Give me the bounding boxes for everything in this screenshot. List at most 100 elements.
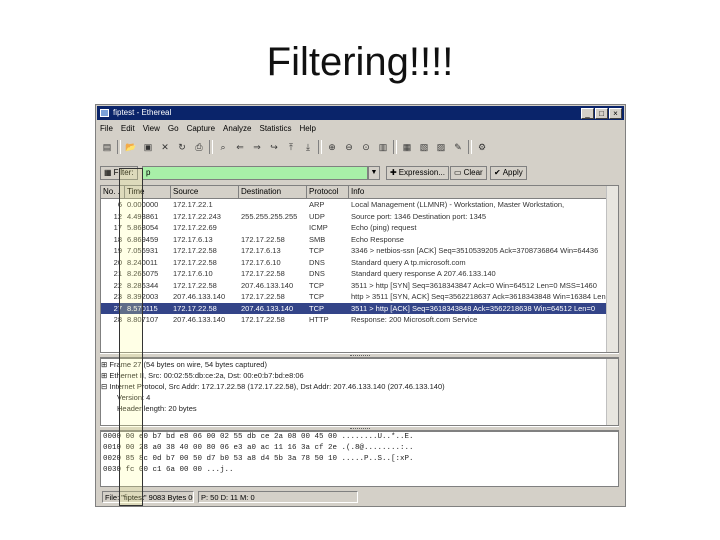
go-back-icon[interactable]: ⇐ [233,140,247,154]
open-icon[interactable]: 📂 [124,140,138,154]
menu-view[interactable]: View [143,123,160,135]
table-row[interactable]: 12 4.493861 172.17.22.243 255.255.255.255 UD… [101,211,618,223]
window-title: fiptest - Ethereal [113,108,172,117]
packet-bytes-pane[interactable]: 0000 00 e0 b7 bd e8 06 00 02 55 db ce 2a… [100,431,619,487]
cell-source: 207.46.133.140 [173,292,226,301]
table-row[interactable]: 21 8.265075 172.17.6.10 172.17.22.58 DNS Stan… [101,268,618,280]
cell-destination: 172.17.22.58 [241,269,285,278]
coloring-rules-icon[interactable]: ▨ [434,140,448,154]
table-row[interactable]: 23 8.392003 207.46.133.140 172.17.22.58 TCP h… [101,291,618,303]
menu-help[interactable]: Help [300,123,316,135]
cell-source: 172.17.22.58 [173,246,217,255]
menu-bar: File Edit View Go Capture Analyze Statis… [100,123,316,135]
column-header-protocol[interactable]: Protocol [307,186,349,198]
packet-rows: 6 0.000000 172.17.22.1 ARP Local Management … [101,199,618,326]
cell-protocol: TCP [309,280,324,290]
save-icon[interactable]: ▣ [141,140,155,154]
ethereal-app-icon [100,109,109,117]
table-row[interactable]: 28 8.807107 207.46.133.140 172.17.22.58 HTTP… [101,314,618,326]
preferences-icon[interactable]: ✎ [451,140,465,154]
packet-list-header: No. . Time Source Destination Protocol I… [101,186,618,199]
capture-filter-icon[interactable]: ▦ [400,140,414,154]
filter-dropdown-icon[interactable]: ▼ [368,166,380,180]
cell-source: 172.17.22.1 [173,200,213,209]
table-row[interactable]: 17 5.868054 172.17.22.69 ICMP Echo (ping) re… [101,222,618,234]
cell-destination: 172.17.22.58 [241,315,285,324]
cell-protocol: ARP [309,200,325,209]
zoom-in-icon[interactable]: ⊕ [325,140,339,154]
packet-details-pane[interactable]: ⊞ Frame 27 (54 bytes on wire, 54 bytes c… [100,358,619,426]
column-header-source[interactable]: Source [171,186,239,198]
print-icon[interactable]: ⎙ [192,140,206,154]
cell-source: 172.17.22.58 [173,280,217,290]
cell-info: Standard query response A 207.46.133.140 [351,269,496,278]
cell-destination: 172.17.6.10 [241,257,281,267]
cell-protocol: ICMP [309,223,328,232]
cell-protocol: HTTP [309,315,329,324]
tree-item-version[interactable]: Version: 4 [101,392,618,403]
cell-source: 172.17.22.243 [173,211,221,221]
find-packet-icon[interactable]: ⌕ [216,140,230,154]
table-row[interactable]: 22 8.286344 172.17.22.58 207.46.133.140 TCP 3… [101,280,618,292]
go-last-icon[interactable]: ⤓ [301,140,315,154]
menu-capture[interactable]: Capture [187,123,215,135]
ethereal-window: fiptest - Ethereal _ □ × File Edit View … [95,104,626,507]
tree-item-frame[interactable]: ⊞ Frame 27 (54 bytes on wire, 54 bytes c… [101,359,618,370]
packet-details-scrollbar[interactable] [606,359,618,425]
column-header-info[interactable]: Info [349,186,618,198]
cell-info: 3511 > http [ACK] Seq=3618343848 Ack=356… [351,303,596,313]
table-row[interactable]: 27 8.570115 172.17.22.58 207.46.133.140 TCP 3… [101,302,618,314]
close-file-icon[interactable]: ✕ [158,140,172,154]
filter-input[interactable]: p [142,166,368,180]
packet-list-pane[interactable]: No. . Time Source Destination Protocol I… [100,185,619,353]
menu-statistics[interactable]: Statistics [260,123,292,135]
cell-destination: 255.255.255.255 [241,211,298,221]
menu-file[interactable]: File [100,123,113,135]
reload-icon[interactable]: ↻ [175,140,189,154]
cell-protocol: SMB [309,234,326,244]
zoom-out-icon[interactable]: ⊖ [342,140,356,154]
help-icon[interactable]: ⚙ [475,140,489,154]
cell-destination: 172.17.6.13 [241,246,281,255]
bytes-row: 0030 fc 00 c1 6a 00 00 ...j.. [103,466,234,474]
cell-info: 3346 > netbios-ssn [ACK] Seq=3510539205 … [351,246,599,255]
expression-button[interactable]: ✚ Expression... [386,166,449,180]
table-row[interactable]: 19 7.056931 172.17.22.58 172.17.6.13 TCP 3346… [101,245,618,257]
clear-label: Clear [463,168,483,177]
tree-item-header-length[interactable]: Header length: 20 bytes [101,403,618,414]
go-to-packet-icon[interactable]: ↪ [267,140,281,154]
cell-protocol: UDP [309,211,325,221]
cell-protocol: DNS [309,269,325,278]
cell-source: 172.17.6.13 [173,234,213,244]
go-forward-icon[interactable]: ⇒ [250,140,264,154]
status-bar: File: "fiptest" 9083 Bytes 00:00:09 P: 5… [100,491,619,503]
zoom-normal-icon[interactable]: ⊙ [359,140,373,154]
resize-columns-icon[interactable]: ▥ [376,140,390,154]
cell-protocol: TCP [309,292,324,301]
column-header-destination[interactable]: Destination [239,186,307,198]
interfaces-icon[interactable]: ▤ [100,140,114,154]
cell-destination: 172.17.22.58 [241,292,285,301]
table-row[interactable]: 20 8.240011 172.17.22.58 172.17.6.10 DNS Stan… [101,257,618,269]
go-first-icon[interactable]: ⤒ [284,140,298,154]
apply-button[interactable]: ✔ Apply [490,166,527,180]
clear-button[interactable]: ▭ Clear [450,166,487,180]
close-button[interactable]: × [609,108,622,119]
packet-list-scrollbar[interactable] [606,186,618,352]
cell-info: Echo Response [351,234,404,244]
minimize-button[interactable]: _ [581,108,594,119]
tree-item-ip[interactable]: ⊟ Internet Protocol, Src Addr: 172.17.22… [101,381,618,392]
table-row[interactable]: 18 6.869459 172.17.6.13 172.17.22.58 SMB Echo… [101,234,618,246]
menu-analyze[interactable]: Analyze [223,123,251,135]
status-file-info: File: "fiptest" 9083 Bytes 00:00:09 [102,491,194,503]
cell-destination: 207.46.133.140 [241,303,294,313]
cell-info: http > 3511 [SYN, ACK] Seq=3562218637 Ac… [351,292,606,301]
tree-item-ethernet[interactable]: ⊞ Ethernet II, Src: 00:02:55:db:ce:2a, D… [101,370,618,381]
maximize-button[interactable]: □ [595,108,608,119]
display-filter-icon[interactable]: ▧ [417,140,431,154]
menu-edit[interactable]: Edit [121,123,135,135]
cell-info: Source port: 1346 Destination port: 1345 [351,211,487,221]
window-titlebar[interactable]: fiptest - Ethereal _ □ × [97,106,624,120]
table-row[interactable]: 6 0.000000 172.17.22.1 ARP Local Management … [101,199,618,211]
menu-go[interactable]: Go [168,123,179,135]
